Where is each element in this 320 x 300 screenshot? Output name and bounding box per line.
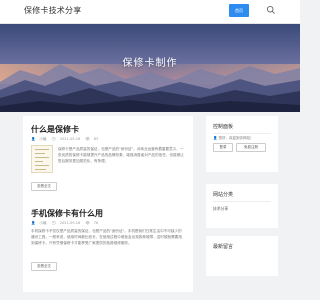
eye-icon: 👁 (85, 221, 90, 225)
messages-widget: 最新留言 (206, 236, 278, 276)
divider (213, 201, 271, 202)
post-item: 什么是保修卡 👤 小编 🕒 2021-09-16 👁 83 保修卡是产品质量的保证，也… (31, 124, 187, 196)
site-title[interactable]: 保修卡技术分享 (24, 5, 81, 16)
post-views: 76 (93, 221, 99, 225)
post-list: 什么是保修卡 👤 小编 🕒 2021-09-16 👁 83 保修卡是产品质量的保证，也… (23, 116, 193, 292)
warranty-card-thumbnail[interactable] (31, 145, 53, 173)
welcome-text: 👤 您好，欢迎到访网站！ (213, 136, 254, 140)
post-date: 2021-09-16 (59, 137, 81, 141)
post-excerpt: 保修卡是产品质量的保证，也是产品的"身份证"，对商业运营有着重要意义，一张优质的… (58, 147, 184, 163)
clock-icon: 🕒 (51, 221, 56, 225)
widget-title: 控制面板 (213, 124, 234, 130)
login-button[interactable]: 登录 (213, 143, 233, 152)
author-icon: 👤 (31, 137, 36, 141)
post-item: 手机保修卡有什么用 👤 小编 🕒 2021-09-16 👁 76 手机保修卡不仅仅是产… (31, 208, 187, 286)
clock-icon: 🕒 (51, 137, 56, 141)
category-widget: 网站分类 技术分享 (206, 184, 278, 228)
hero-banner: 保修卡制作 (0, 24, 300, 112)
eye-icon: 👁 (85, 137, 90, 141)
register-button[interactable]: 免费注册 (236, 143, 266, 152)
control-panel-widget: 控制面板 👤 您好，欢迎到访网站！ 登录 免费注册 (206, 116, 278, 172)
post-meta: 👤 小编 🕒 2021-09-16 👁 83 (31, 137, 102, 142)
hero-title: 保修卡制作 (122, 58, 178, 69)
post-title[interactable]: 手机保修卡有什么用 (31, 208, 187, 219)
category-link[interactable]: 技术分享 (213, 206, 228, 212)
top-header: 保修卡技术分享 首页 (0, 0, 300, 24)
post-meta: 👤 小编 🕒 2021-09-16 👁 76 (31, 221, 102, 226)
author-icon: 👤 (31, 221, 36, 225)
nav-home-link[interactable]: 首页 (229, 4, 249, 17)
search-icon[interactable] (266, 5, 276, 15)
read-more-button[interactable]: 查看全文 (31, 262, 57, 271)
divider (213, 133, 271, 134)
widget-title: 网站分类 (213, 192, 234, 198)
post-title[interactable]: 什么是保修卡 (31, 124, 187, 135)
read-more-button[interactable]: 查看全文 (31, 182, 57, 191)
post-date: 2021-09-16 (59, 221, 81, 225)
post-author: 小编 (39, 137, 47, 141)
post-author: 小编 (39, 221, 47, 225)
widget-title: 最新留言 (213, 244, 234, 250)
post-views: 83 (93, 137, 99, 141)
post-excerpt: 手机保修卡不仅仅是产品质量的保证，也是产品的"身份证"。手机是我们日常生活中不可… (31, 229, 182, 245)
